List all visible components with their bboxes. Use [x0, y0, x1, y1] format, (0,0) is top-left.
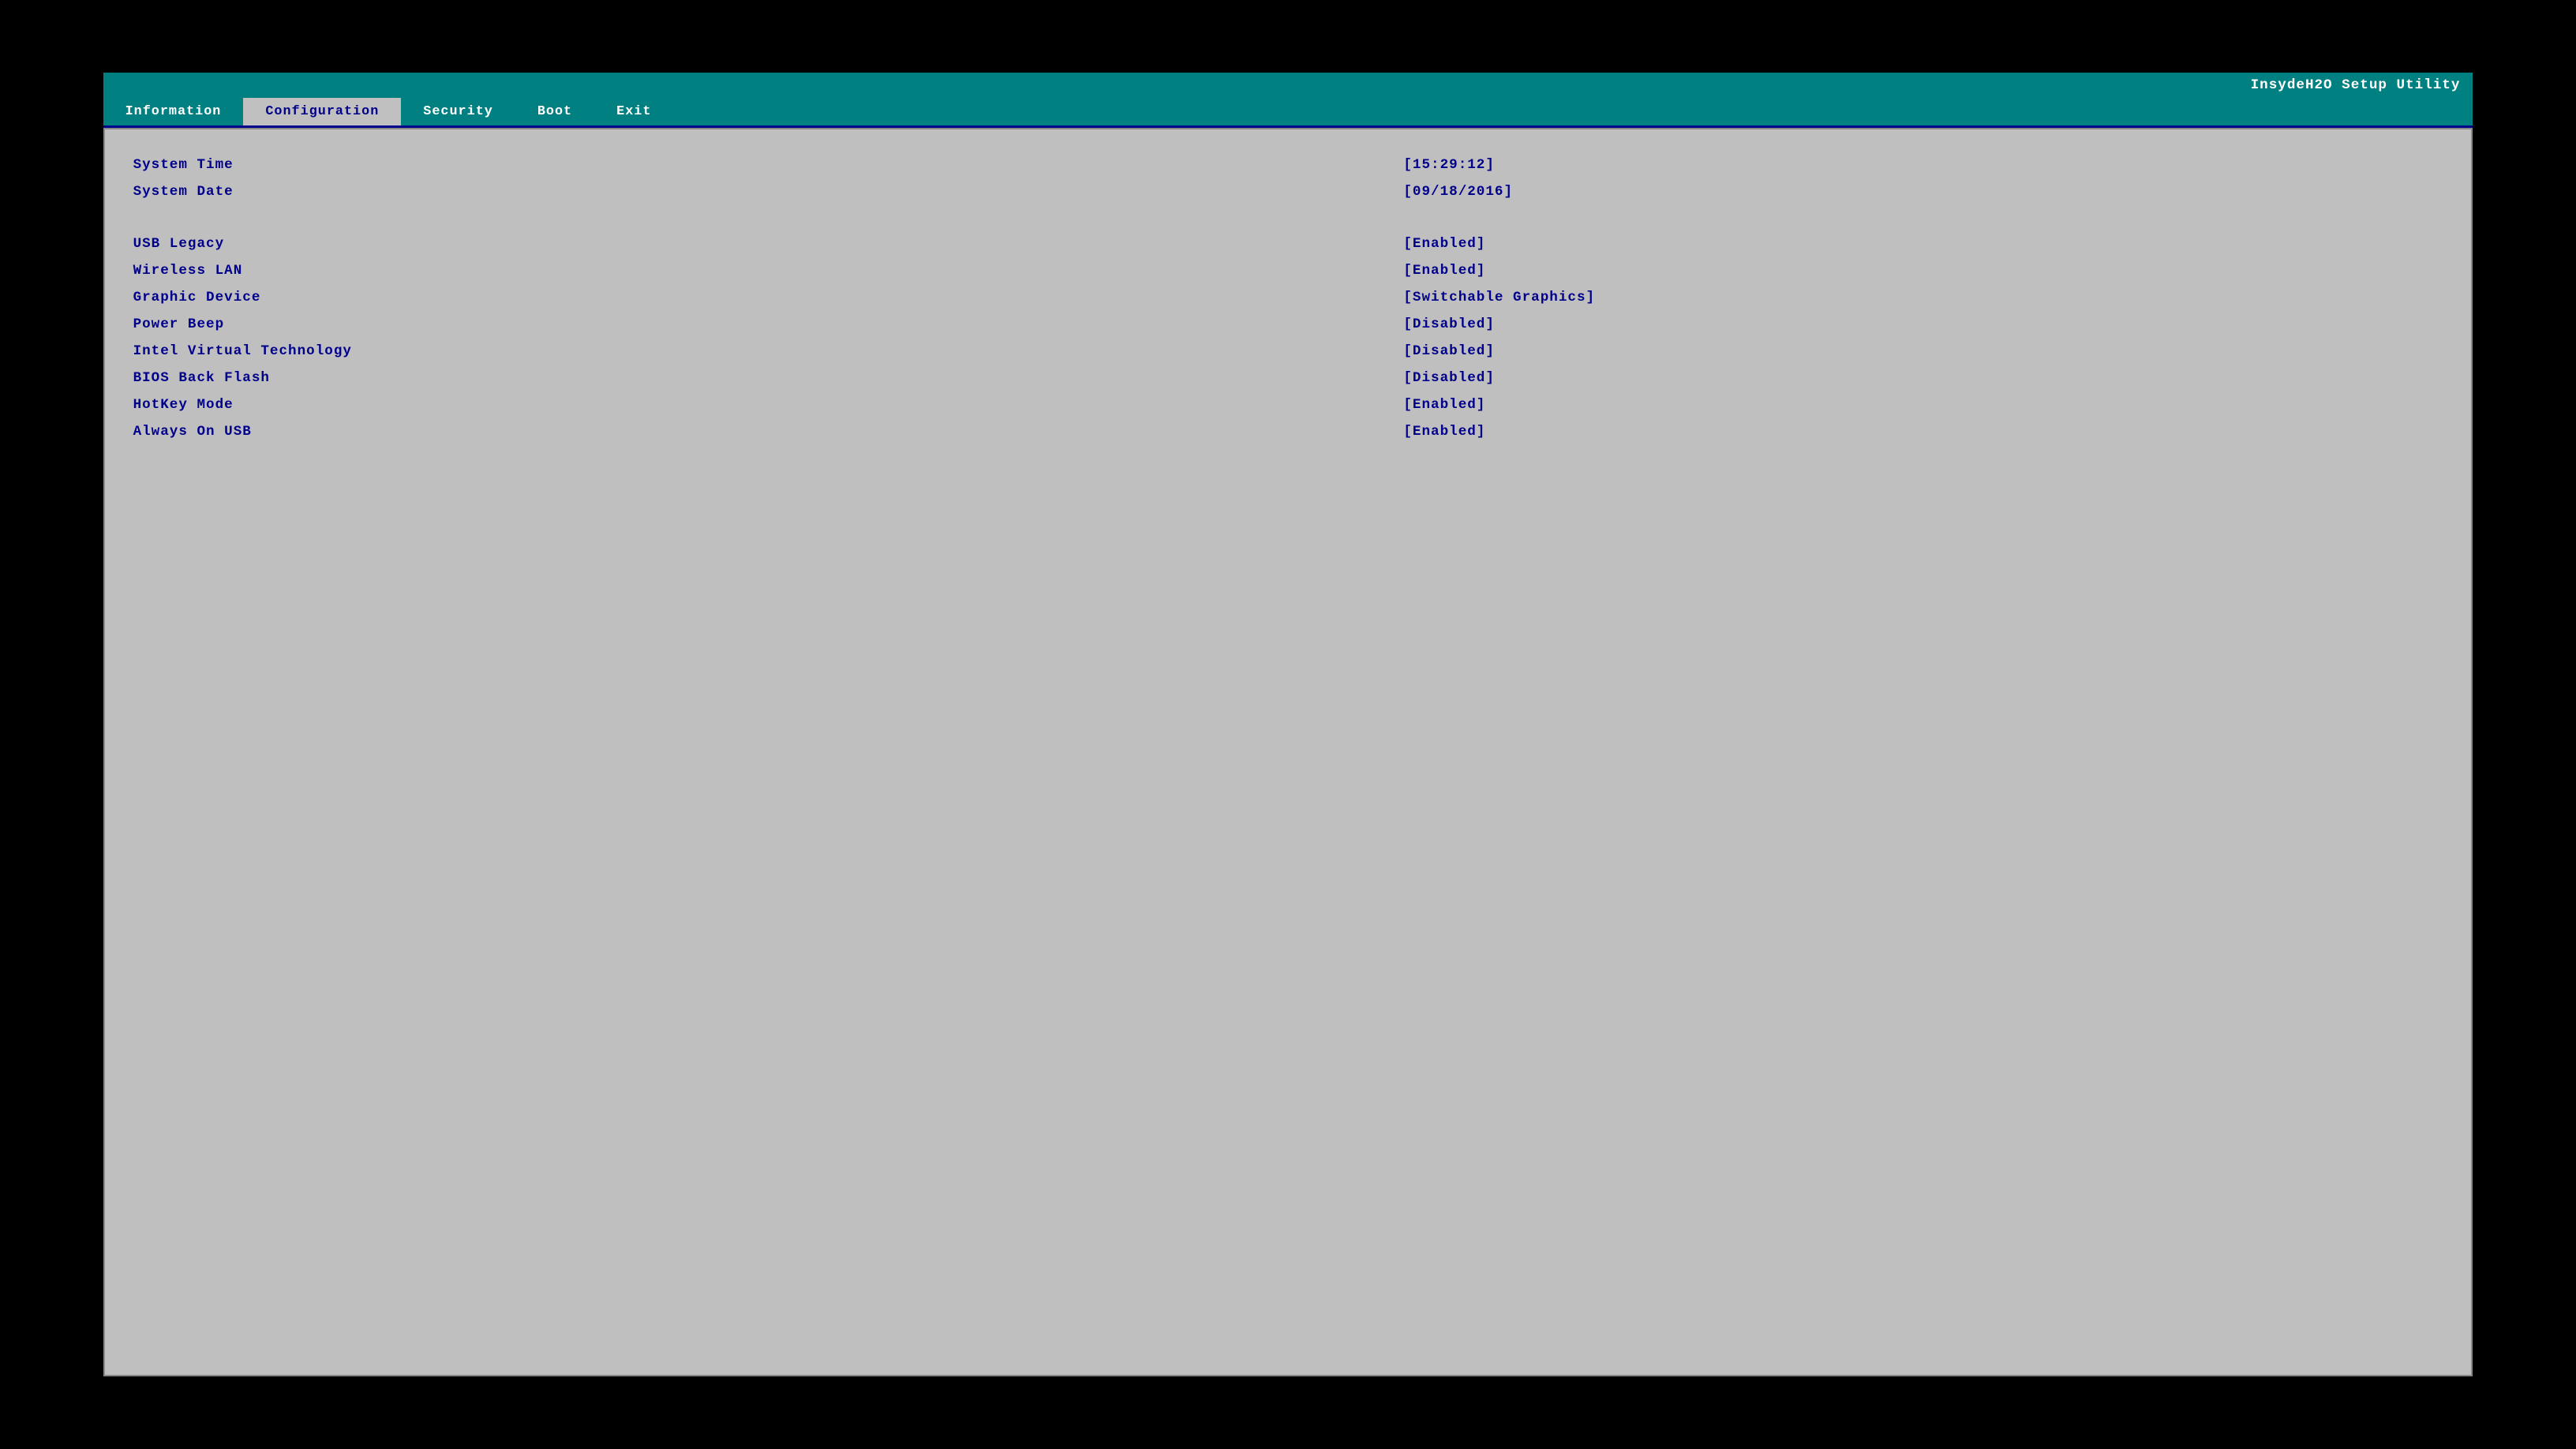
- setting-value-4: [Enabled]: [1403, 257, 2443, 284]
- setting-value-7: [Disabled]: [1403, 338, 2443, 365]
- setting-label-4: Wireless LAN: [133, 257, 1404, 284]
- setting-row-4[interactable]: Wireless LAN[Enabled]: [133, 257, 2443, 284]
- setting-value-8: [Disabled]: [1403, 365, 2443, 391]
- setting-label-8: BIOS Back Flash: [133, 365, 1404, 391]
- setting-row-6[interactable]: Power Beep[Disabled]: [133, 311, 2443, 338]
- setting-label-0: System Time: [133, 152, 1404, 178]
- nav-item-configuration[interactable]: Configuration: [243, 98, 401, 125]
- setting-value-3: [Enabled]: [1403, 230, 2443, 257]
- setting-value-6: [Disabled]: [1403, 311, 2443, 338]
- setting-value-1: [09/18/2016]: [1403, 178, 2443, 205]
- title-label: InsydeH2O Setup Utility: [2251, 77, 2461, 93]
- setting-value-0: [15:29:12]: [1403, 152, 2443, 178]
- setting-label-7: Intel Virtual Technology: [133, 338, 1404, 365]
- title-bar: InsydeH2O Setup Utility: [103, 73, 2473, 98]
- setting-label-10: Always On USB: [133, 418, 1404, 445]
- nav-item-boot[interactable]: Boot: [515, 98, 594, 125]
- nav-item-exit[interactable]: Exit: [594, 98, 673, 125]
- setting-row-0[interactable]: System Time[15:29:12]: [133, 152, 2443, 178]
- setting-row-3[interactable]: USB Legacy[Enabled]: [133, 230, 2443, 257]
- setting-row-5[interactable]: Graphic Device[Switchable Graphics]: [133, 284, 2443, 311]
- bios-container: InsydeH2O Setup Utility InformationConfi…: [103, 73, 2473, 1376]
- setting-label-1: System Date: [133, 178, 1404, 205]
- main-content: System Time[15:29:12]System Date[09/18/2…: [103, 128, 2473, 1376]
- setting-label-3: USB Legacy: [133, 230, 1404, 257]
- nav-bar: InformationConfigurationSecurityBootExit: [103, 98, 2473, 128]
- setting-row-7[interactable]: Intel Virtual Technology[Disabled]: [133, 338, 2443, 365]
- setting-row-10[interactable]: Always On USB[Enabled]: [133, 418, 2443, 445]
- spacer-row: [133, 205, 2443, 230]
- setting-label-5: Graphic Device: [133, 284, 1404, 311]
- settings-table: System Time[15:29:12]System Date[09/18/2…: [133, 152, 2443, 445]
- setting-label-9: HotKey Mode: [133, 391, 1404, 418]
- setting-value-9: [Enabled]: [1403, 391, 2443, 418]
- setting-row-9[interactable]: HotKey Mode[Enabled]: [133, 391, 2443, 418]
- setting-value-10: [Enabled]: [1403, 418, 2443, 445]
- setting-value-5: [Switchable Graphics]: [1403, 284, 2443, 311]
- setting-row-8[interactable]: BIOS Back Flash[Disabled]: [133, 365, 2443, 391]
- nav-item-information[interactable]: Information: [103, 98, 244, 125]
- setting-label-6: Power Beep: [133, 311, 1404, 338]
- setting-row-1[interactable]: System Date[09/18/2016]: [133, 178, 2443, 205]
- nav-item-security[interactable]: Security: [401, 98, 515, 125]
